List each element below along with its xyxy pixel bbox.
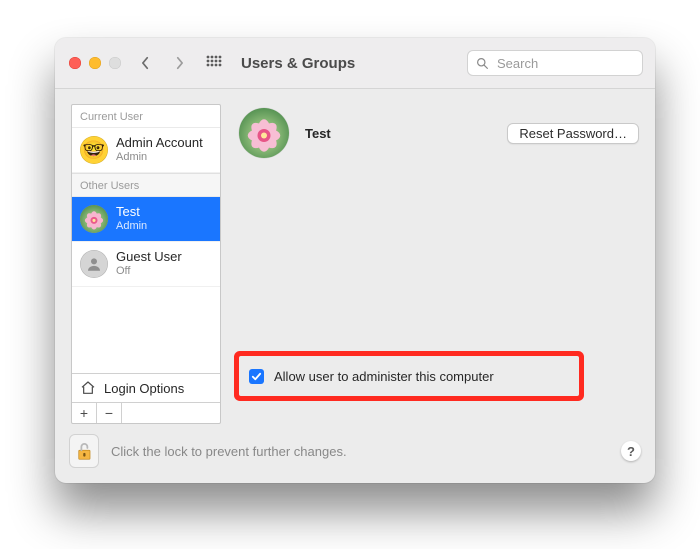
lock-hint-label: Click the lock to prevent further change… — [111, 444, 347, 459]
search-icon — [476, 57, 489, 70]
allow-admin-row: Allow user to administer this computer — [239, 356, 579, 396]
help-label: ? — [627, 444, 635, 459]
lock-button[interactable] — [69, 434, 99, 468]
user-role-label: Admin — [116, 220, 147, 233]
login-options-button[interactable]: Login Options — [72, 373, 220, 402]
user-name-label: Admin Account — [116, 136, 203, 151]
remove-user-button[interactable]: − — [97, 403, 122, 423]
preferences-window: Users & Groups Current User 🤓 Admin Acco… — [55, 38, 655, 483]
show-all-button[interactable] — [203, 52, 225, 74]
user-detail-panel: Test Reset Password… Allow user to admin… — [231, 104, 639, 423]
avatar-guest-icon — [80, 250, 108, 278]
user-role-label: Admin — [116, 151, 203, 164]
home-icon — [80, 380, 96, 396]
user-detail-name: Test — [305, 126, 331, 141]
chevron-right-icon — [175, 56, 184, 70]
back-button[interactable] — [133, 50, 157, 76]
search-input[interactable] — [495, 55, 634, 72]
login-options-label: Login Options — [104, 381, 184, 396]
help-button[interactable]: ? — [621, 441, 641, 461]
avatar-flower-icon — [80, 205, 108, 233]
user-role-label: Off — [116, 265, 182, 278]
allow-admin-checkbox[interactable] — [249, 369, 264, 384]
search-field[interactable] — [467, 50, 643, 76]
avatar-emoji-glasses-icon: 🤓 — [80, 136, 108, 164]
sidebar-section-current: Current User — [72, 105, 220, 128]
footer: Click the lock to prevent further change… — [69, 432, 641, 470]
sidebar-user-test[interactable]: Test Admin — [72, 197, 220, 242]
close-window-button[interactable] — [69, 57, 81, 69]
reset-password-button[interactable]: Reset Password… — [507, 123, 639, 144]
user-detail-header: Test Reset Password… — [231, 104, 639, 158]
grid-icon — [206, 55, 222, 71]
pane-title: Users & Groups — [241, 55, 355, 72]
sidebar-user-current[interactable]: 🤓 Admin Account Admin — [72, 128, 220, 173]
forward-button[interactable] — [167, 50, 191, 76]
window-controls — [69, 57, 121, 69]
sidebar-user-guest[interactable]: Guest User Off — [72, 242, 220, 287]
titlebar: Users & Groups — [55, 38, 655, 89]
checkmark-icon — [251, 371, 262, 382]
user-avatar[interactable] — [239, 108, 289, 158]
chevron-left-icon — [141, 56, 150, 70]
add-user-button[interactable]: + — [72, 403, 97, 423]
zoom-window-button[interactable] — [109, 57, 121, 69]
minimize-window-button[interactable] — [89, 57, 101, 69]
sidebar-section-other: Other Users — [72, 173, 220, 197]
users-sidebar: Current User 🤓 Admin Account Admin Other… — [71, 104, 221, 424]
unlocked-lock-icon — [75, 440, 93, 462]
allow-admin-label: Allow user to administer this computer — [274, 369, 494, 384]
pane-body: Current User 🤓 Admin Account Admin Other… — [55, 88, 655, 483]
add-remove-bar: + − — [72, 402, 220, 423]
user-name-label: Guest User — [116, 250, 182, 265]
user-name-label: Test — [116, 205, 147, 220]
